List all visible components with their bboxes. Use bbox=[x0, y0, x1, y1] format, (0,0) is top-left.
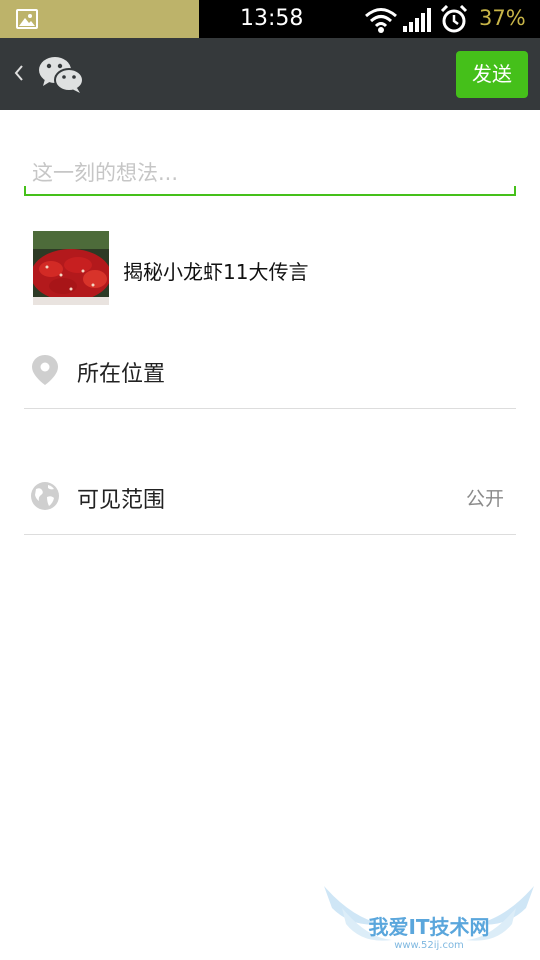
input-underline-tick-right bbox=[514, 186, 516, 196]
send-button[interactable]: 发送 bbox=[456, 51, 528, 98]
visibility-row[interactable]: 可见范围 公开 bbox=[24, 456, 516, 536]
wifi-icon bbox=[365, 8, 397, 33]
watermark-text: 我爱IT技术网 bbox=[368, 915, 489, 939]
wechat-logo-icon bbox=[39, 57, 84, 93]
visibility-value: 公开 bbox=[465, 488, 504, 510]
location-pin-icon bbox=[32, 355, 58, 385]
gallery-notification-icon bbox=[16, 9, 38, 29]
input-underline-tick-left bbox=[24, 186, 26, 196]
back-chevron-icon[interactable] bbox=[10, 60, 28, 86]
status-notification-area bbox=[0, 0, 199, 38]
signal-icon bbox=[403, 8, 431, 32]
battery-level: 37% bbox=[479, 6, 526, 30]
divider bbox=[24, 534, 516, 535]
status-time: 13:58 bbox=[240, 6, 304, 31]
location-row[interactable]: 所在位置 bbox=[24, 330, 516, 410]
alarm-icon bbox=[440, 5, 468, 33]
divider bbox=[24, 408, 516, 409]
globe-icon bbox=[31, 482, 59, 510]
link-thumbnail[interactable] bbox=[33, 231, 109, 305]
status-bar: 13:58 37% bbox=[0, 0, 540, 38]
visibility-label: 可见范围 bbox=[77, 488, 166, 513]
location-label: 所在位置 bbox=[77, 362, 166, 387]
site-watermark: 我爱IT技术网 www.52ij.com bbox=[324, 886, 534, 951]
thought-input[interactable] bbox=[24, 152, 516, 196]
watermark-url: www.52ij.com bbox=[394, 940, 464, 951]
link-title[interactable]: 揭秘小龙虾11大传言 bbox=[123, 256, 308, 285]
